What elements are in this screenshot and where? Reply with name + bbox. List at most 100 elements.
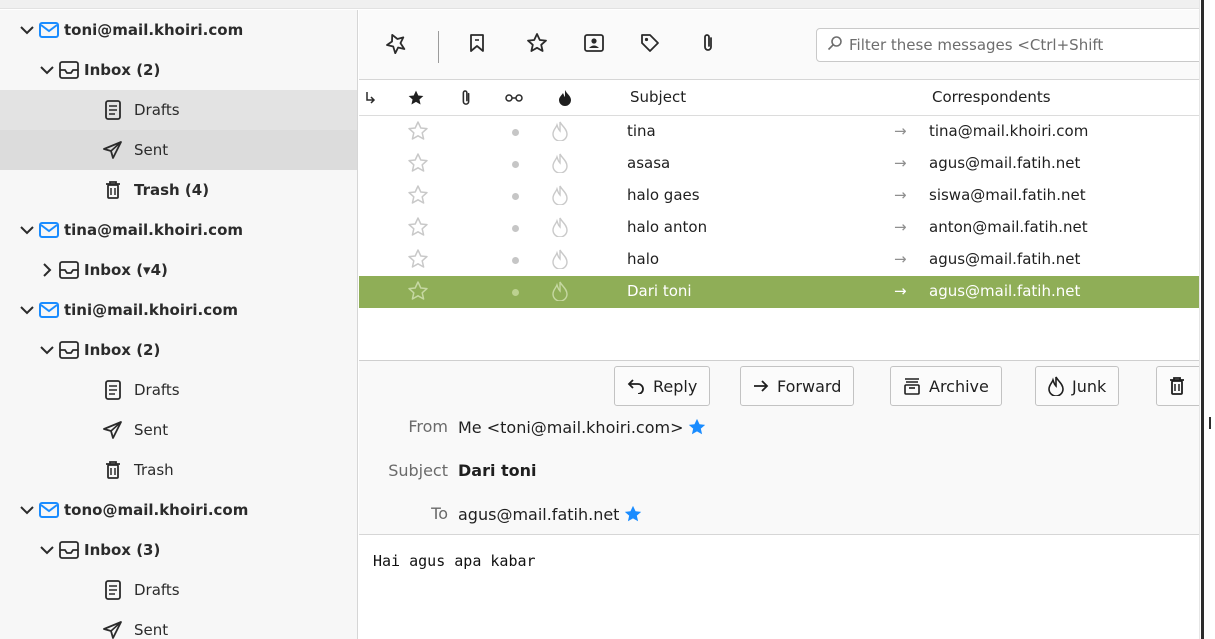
thread-column-icon[interactable]: [361, 88, 381, 108]
message-subject: tina: [627, 122, 656, 140]
sticky-filter-button[interactable]: [381, 30, 411, 60]
chevron-down-icon[interactable]: [38, 341, 56, 359]
folder-label: Trash (4): [134, 181, 210, 199]
junk-button[interactable]: Junk: [1035, 366, 1120, 406]
subject-value: Dari toni: [458, 461, 537, 480]
folder-sent[interactable]: Sent: [0, 130, 357, 170]
flame-icon[interactable]: [552, 121, 568, 145]
star-icon[interactable]: [407, 184, 429, 210]
filter-messages-input[interactable]: Filter these messages <Ctrl+Shift: [816, 28, 1206, 62]
sent-icon: [102, 620, 124, 639]
junk-label: Junk: [1072, 376, 1107, 396]
flame-icon[interactable]: [552, 153, 568, 177]
subject-column-header[interactable]: Subject: [630, 88, 686, 106]
star-icon[interactable]: [407, 280, 429, 306]
folder-drafts[interactable]: Drafts: [0, 570, 357, 610]
account-toni[interactable]: toni@mail.khoiri.com: [0, 10, 357, 50]
message-subject: asasa: [627, 154, 671, 172]
account-tina[interactable]: tina@mail.khoiri.com: [0, 210, 357, 250]
starred-filter-button[interactable]: [522, 30, 552, 60]
envelope-icon: [38, 500, 60, 520]
attachment-column-icon[interactable]: [456, 88, 476, 108]
folder-inbox[interactable]: Inbox (3): [0, 530, 357, 570]
account-tono[interactable]: tono@mail.khoiri.com: [0, 490, 357, 530]
bookmark-icon: [468, 33, 486, 57]
account-email: tini@mail.khoiri.com: [64, 301, 239, 319]
folder-inbox[interactable]: Inbox (2): [0, 50, 357, 90]
archive-button[interactable]: Archive: [890, 366, 1002, 406]
outgoing-arrow-icon: →: [894, 250, 907, 268]
star-icon[interactable]: [407, 120, 429, 146]
folder-inbox[interactable]: Inbox (2): [0, 330, 357, 370]
flame-icon[interactable]: [552, 249, 568, 273]
outgoing-arrow-icon: →: [894, 282, 907, 300]
chevron-down-icon[interactable]: [18, 21, 36, 39]
chevron-down-icon[interactable]: [38, 541, 56, 559]
tags-filter-button[interactable]: [635, 30, 665, 60]
outgoing-arrow-icon: →: [894, 186, 907, 204]
folder-label: Drafts: [134, 381, 180, 399]
read-status-dot-icon[interactable]: [512, 225, 519, 232]
forward-button[interactable]: Forward: [740, 366, 855, 406]
reply-icon: [627, 378, 645, 394]
message-row[interactable]: halo gaes → siswa@mail.fatih.net: [359, 180, 1199, 212]
from-address[interactable]: Me <toni@mail.khoiri.com>: [458, 418, 683, 437]
folder-sent[interactable]: Sent: [0, 410, 357, 450]
chevron-down-icon[interactable]: [38, 61, 56, 79]
star-icon[interactable]: [407, 152, 429, 178]
account-email: tina@mail.khoiri.com: [64, 221, 244, 239]
message-row[interactable]: asasa → agus@mail.fatih.net: [359, 148, 1199, 180]
folder-trash[interactable]: Trash (4): [0, 170, 357, 210]
contact-filter-button[interactable]: [579, 30, 609, 60]
unread-filter-button[interactable]: [462, 30, 492, 60]
message-row[interactable]: tina → tina@mail.khoiri.com: [359, 116, 1199, 148]
folder-drafts[interactable]: Drafts: [0, 370, 357, 410]
drafts-icon: [102, 100, 124, 120]
message-row[interactable]: halo anton → anton@mail.fatih.net: [359, 212, 1199, 244]
search-icon: [827, 35, 843, 55]
star-icon[interactable]: [623, 504, 643, 524]
read-status-column-icon[interactable]: [504, 88, 524, 108]
star-icon[interactable]: [407, 216, 429, 242]
read-status-dot-icon[interactable]: [512, 129, 519, 136]
drafts-icon: [102, 580, 124, 600]
to-value[interactable]: agus@mail.fatih.net: [458, 504, 643, 524]
chevron-down-icon[interactable]: [18, 501, 36, 519]
star-icon[interactable]: [407, 248, 429, 274]
inbox-icon: [58, 60, 80, 80]
account-email: tono@mail.khoiri.com: [64, 501, 249, 519]
flame-icon[interactable]: [552, 281, 568, 305]
folder-sent[interactable]: Sent: [0, 610, 357, 639]
folder-inbox[interactable]: Inbox (▾4): [0, 250, 357, 290]
read-status-dot-icon[interactable]: [512, 257, 519, 264]
junk-column-icon[interactable]: [555, 88, 575, 108]
folder-label: Trash: [134, 461, 174, 479]
message-subject: halo anton: [627, 218, 708, 236]
message-subject: Dari toni: [627, 282, 692, 300]
reply-button[interactable]: Reply: [614, 366, 711, 406]
to-address[interactable]: agus@mail.fatih.net: [458, 505, 619, 524]
chevron-right-icon[interactable]: [38, 261, 56, 279]
message-correspondent: tina@mail.khoiri.com: [929, 122, 1089, 140]
chevron-down-icon[interactable]: [18, 221, 36, 239]
read-status-dot-icon[interactable]: [512, 289, 519, 296]
outgoing-arrow-icon: →: [894, 122, 907, 140]
folder-trash[interactable]: Trash: [0, 450, 357, 490]
folder-drafts[interactable]: Drafts: [0, 90, 357, 130]
message-header-pane: Reply Forward Archive Junk From Me <toni…: [359, 361, 1206, 535]
correspondents-column-header[interactable]: Correspondents: [932, 88, 1051, 106]
message-row[interactable]: Dari toni → agus@mail.fatih.net: [359, 276, 1199, 308]
star-icon[interactable]: [687, 417, 707, 437]
chevron-down-icon[interactable]: [18, 301, 36, 319]
message-row[interactable]: halo → agus@mail.fatih.net: [359, 244, 1199, 276]
attachment-filter-button[interactable]: [693, 30, 723, 60]
account-tini[interactable]: tini@mail.khoiri.com: [0, 290, 357, 330]
flame-icon[interactable]: [552, 217, 568, 241]
read-status-dot-icon[interactable]: [512, 161, 519, 168]
star-column-icon[interactable]: [406, 88, 426, 108]
read-status-dot-icon[interactable]: [512, 193, 519, 200]
message-correspondent: anton@mail.fatih.net: [929, 218, 1088, 236]
flame-icon[interactable]: [552, 185, 568, 209]
forward-arrow-icon: [753, 379, 769, 393]
from-value[interactable]: Me <toni@mail.khoiri.com>: [458, 417, 707, 437]
